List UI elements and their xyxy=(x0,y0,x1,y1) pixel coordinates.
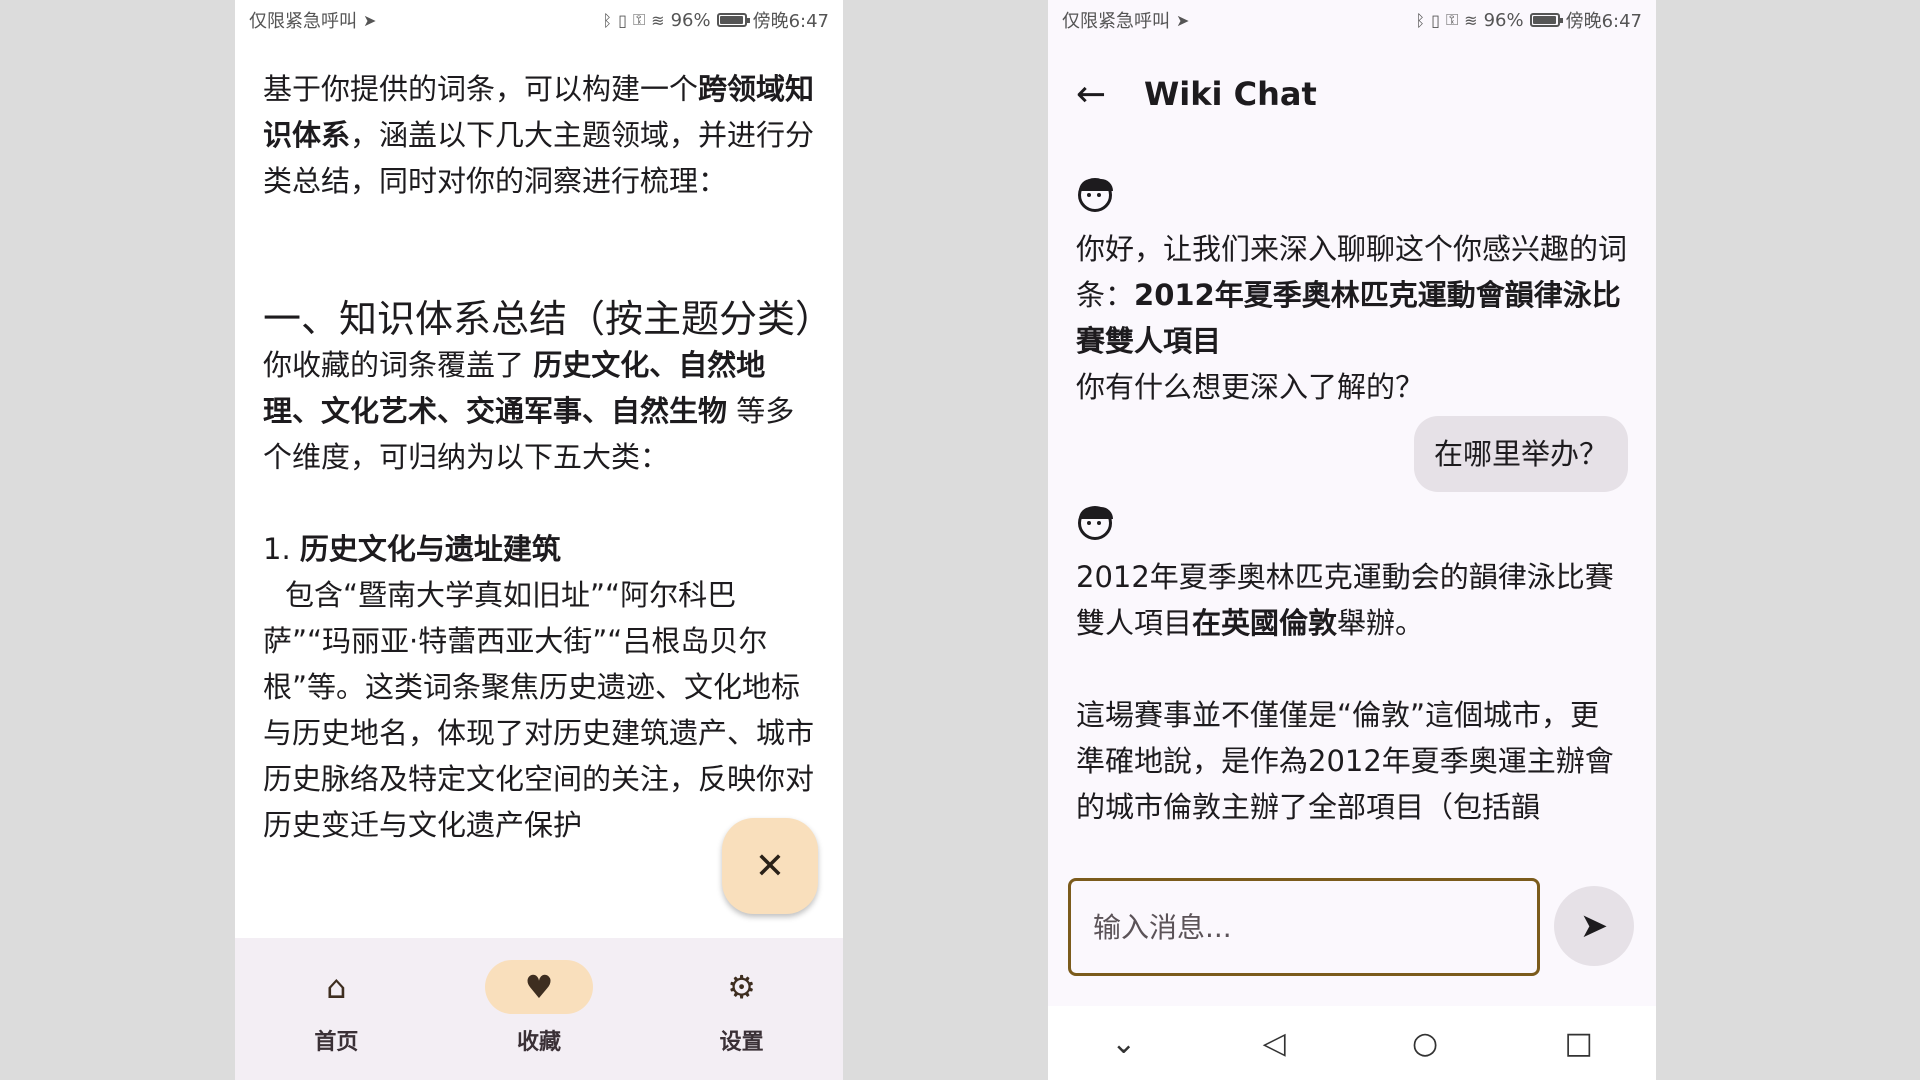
battery-icon xyxy=(716,13,750,27)
heart-icon: ♥ xyxy=(524,968,554,1006)
bot-message-bold: 在英國倫敦 xyxy=(1192,606,1338,640)
category-title: 历史文化与遗址建筑 xyxy=(299,532,561,566)
close-icon: ✕ xyxy=(754,845,786,887)
bot-message-bold: 2012年夏季奧林匹克運動會韻律泳比賽雙人項目 xyxy=(1076,278,1621,358)
category-body-text: 包含“暨南大学真如旧址”“阿尔科巴萨”“玛丽亚·特蕾西亚大街”“吕根岛贝尔根”等… xyxy=(263,578,815,842)
location-arrow-icon: ➤ xyxy=(363,10,377,30)
favorites-screen: 仅限紧急呼叫 ➤ ᛒ ▯ ⚿ ≋ 96% 傍晚6:47 基于你提供的词条，可以构… xyxy=(235,0,843,1080)
bot-message: 2012年夏季奧林匹克運動会的韻律泳比賽雙人項目在英國倫敦舉辦。 這場賽事並不僅… xyxy=(1076,554,1628,830)
user-message: 在哪里举办？ xyxy=(1413,416,1628,492)
nav-item-favorites[interactable]: ♥ 收藏 xyxy=(439,938,639,1056)
key-icon: ⚿ xyxy=(632,10,646,29)
wifi-icon: ≋ xyxy=(651,10,665,30)
bottom-navigation: ⌂ 首页 ♥ 收藏 ⚙ 设置 xyxy=(235,938,843,1080)
home-circle-icon[interactable]: ○ xyxy=(1412,1026,1438,1061)
recents-square-icon[interactable]: □ xyxy=(1564,1026,1592,1061)
nav-label-settings: 设置 xyxy=(719,1030,764,1055)
bluetooth-icon: ᛒ xyxy=(602,10,613,30)
vibrate-icon: ▯ xyxy=(618,10,627,30)
status-emergency-text: 仅限紧急呼叫 xyxy=(1062,11,1170,32)
back-arrow-icon[interactable]: ← xyxy=(1076,74,1124,115)
chevron-down-icon[interactable]: ⌄ xyxy=(1111,1026,1136,1061)
nav-label-home: 首页 xyxy=(314,1030,359,1055)
close-fab-button[interactable]: ✕ xyxy=(722,818,818,914)
category-body: 包含“暨南大学真如旧址”“阿尔科巴萨”“玛丽亚·特蕾西亚大街”“吕根岛贝尔根”等… xyxy=(263,572,823,848)
home-icon: ⌂ xyxy=(326,968,347,1006)
gear-icon: ⚙ xyxy=(727,968,756,1006)
bot-message-text-end: 舉辦。 xyxy=(1337,606,1425,640)
message-input[interactable] xyxy=(1071,881,1537,973)
coverage-paragraph: 你收藏的词条覆盖了 历史文化、自然地理、文化艺术、交通军事、自然生物 等多个维度… xyxy=(263,342,823,480)
wifi-icon: ≋ xyxy=(1464,10,1478,30)
battery-icon xyxy=(1529,13,1563,27)
status-bar: 仅限紧急呼叫 ➤ ᛒ ▯ ⚿ ≋ 96% 傍晚6:47 xyxy=(235,0,843,40)
key-icon: ⚿ xyxy=(1445,10,1459,29)
battery-percent: 96% xyxy=(1483,9,1524,31)
location-arrow-icon: ➤ xyxy=(1176,10,1190,30)
message-input-field[interactable] xyxy=(1068,878,1540,976)
intro-text-1: 基于你提供的词条，可以构建一个 xyxy=(263,72,699,106)
bot-message-question: 你有什么想更深入了解的？ xyxy=(1076,370,1425,404)
chat-screen: 仅限紧急呼叫 ➤ ᛒ ▯ ⚿ ≋ 96% 傍晚6:47 ← Wiki Chat … xyxy=(1048,0,1656,1080)
intro-paragraph: 基于你提供的词条，可以构建一个跨领域知识体系，涵盖以下几大主题领域，并进行分类总… xyxy=(263,66,823,204)
coverage-text-1: 你收藏的词条覆盖了 xyxy=(263,348,534,382)
nav-item-settings[interactable]: ⚙ 设置 xyxy=(642,938,842,1056)
bot-message-paragraph: 這場賽事並不僅僅是“倫敦”這個城市，更準確地說，是作為2012年夏季奧運主辦會的… xyxy=(1076,698,1614,824)
status-time: 傍晚6:47 xyxy=(1565,11,1642,32)
bot-message: 你好，让我们来深入聊聊这个你感兴趣的词条：2012年夏季奧林匹克運動會韻律泳比賽… xyxy=(1076,226,1628,410)
chat-messages[interactable]: 你好，让我们来深入聊聊这个你感兴趣的词条：2012年夏季奧林匹克運動會韻律泳比賽… xyxy=(1076,170,1628,840)
bot-avatar-icon xyxy=(1078,178,1113,212)
bot-avatar-icon xyxy=(1078,506,1113,540)
status-bar: 仅限紧急呼叫 ➤ ᛒ ▯ ⚿ ≋ 96% 傍晚6:47 xyxy=(1048,0,1656,40)
vibrate-icon: ▯ xyxy=(1431,10,1440,30)
category-heading: 1. 历史文化与遗址建筑 xyxy=(263,526,823,572)
back-triangle-icon[interactable]: ◁ xyxy=(1263,1026,1286,1061)
section-heading: 一、知识体系总结（按主题分类） xyxy=(263,297,834,341)
knowledge-article: 基于你提供的词条，可以构建一个跨领域知识体系，涵盖以下几大主题领域，并进行分类总… xyxy=(263,66,834,848)
nav-item-home[interactable]: ⌂ 首页 xyxy=(236,938,436,1056)
bluetooth-icon: ᛒ xyxy=(1415,10,1426,30)
nav-label-favorites: 收藏 xyxy=(516,1030,561,1055)
send-button[interactable]: ➤ xyxy=(1554,886,1634,966)
send-icon: ➤ xyxy=(1579,906,1609,946)
category-number: 1. xyxy=(263,532,300,566)
battery-percent: 96% xyxy=(670,9,711,31)
system-navigation-bar: ⌄ ◁ ○ □ xyxy=(1048,1006,1656,1080)
status-emergency-text: 仅限紧急呼叫 xyxy=(249,11,357,32)
page-title: Wiki Chat xyxy=(1144,75,1317,113)
app-bar: ← Wiki Chat xyxy=(1048,56,1656,132)
status-time: 傍晚6:47 xyxy=(752,11,829,32)
